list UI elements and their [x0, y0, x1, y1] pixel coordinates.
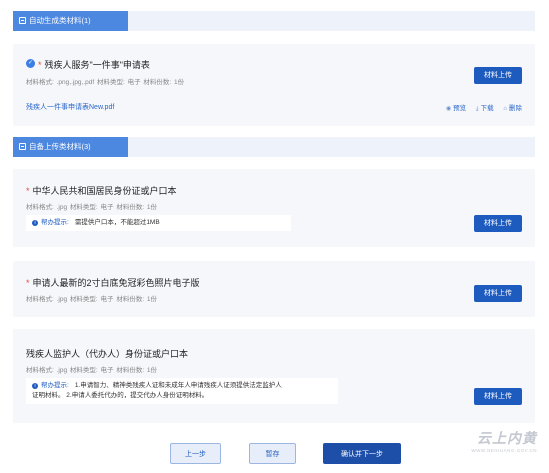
download-label: 下载: [480, 105, 494, 112]
watermark-sub: WWW.NEIHUANG.GOV.CN: [471, 448, 537, 453]
material-meta: 材料格式: .jpg 材料类型: 电子 材料份数: 1份: [26, 296, 158, 303]
download-icon: ⤓: [475, 106, 479, 112]
material-card-photo: * 申请人最新的2寸白底免冠彩色照片电子版 材料格式: .jpg 材料类型: 电子…: [13, 261, 535, 317]
material-meta: 材料格式: .jpg 材料类型: 电子 材料份数: 1份: [26, 204, 158, 211]
preview-label: 预览: [453, 105, 467, 112]
folder-icon: [19, 17, 26, 24]
tip-label: 帮办提示:: [41, 382, 69, 389]
info-icon: i: [32, 383, 38, 389]
material-title: 残疾人监护人（代办人）身份证或户口本: [26, 349, 189, 359]
upload-button-id[interactable]: 材料上传: [474, 215, 522, 232]
trash-icon: ⌂: [503, 106, 507, 112]
auto-material-card: ✓ * 残疾人服务"一件事"申请表 材料格式: .png,.jpg,.pdf 材料…: [13, 44, 535, 126]
auto-material-title: * 残疾人服务"一件事"申请表: [38, 58, 150, 71]
info-icon: i: [32, 220, 38, 226]
material-title-text: 中华人民共和国居民身份证或户口本: [32, 186, 177, 196]
required-mark: *: [26, 278, 30, 288]
auto-material-meta: 材料格式: .png,.jpg,.pdf 材料类型: 电子 材料份数: 1份: [26, 79, 185, 86]
tip-text: 需提供户口本，不能超过1MB: [74, 219, 160, 226]
material-page: 自动生成类材料(1) ✓ * 残疾人服务"一件事"申请表 材料格式: .png,.…: [0, 0, 549, 473]
confirm-next-button[interactable]: 确认并下一步: [323, 443, 401, 464]
help-tip: i 帮办提示: 需提供户口本，不能超过1MB: [26, 215, 291, 231]
material-title: * 中华人民共和国居民身份证或户口本: [26, 184, 177, 197]
delete-action[interactable]: ⌂ 删除: [503, 105, 522, 112]
watermark-main: 云上内黄: [477, 431, 537, 447]
material-title: * 申请人最新的2寸白底免冠彩色照片电子版: [26, 276, 200, 289]
tip-line-1: i 帮办提示: 1.申请智力、精神类残疾人证和未成年人申请残疾人证须提供法定监护人: [32, 381, 332, 391]
site-watermark-logo: 云上内黄 WWW.NEIHUANG.GOV.CN: [471, 428, 537, 453]
uploaded-file-link[interactable]: 残疾人一件事申请表New.pdf: [26, 102, 114, 112]
save-draft-button[interactable]: 暂存: [249, 443, 296, 464]
material-title-text: 申请人最新的2寸白底免冠彩色照片电子版: [32, 278, 200, 288]
help-tip: i 帮办提示: 1.申请智力、精神类残疾人证和未成年人申请残疾人证须提供法定监护人 …: [26, 378, 338, 404]
tip-text-line2: 证明材料。 2.申请人委托代办的，提交代办人身份证明材料。: [32, 392, 209, 399]
upload-button-guardian[interactable]: 材料上传: [474, 388, 522, 405]
section-tab-self[interactable]: 自备上传类材料(3): [13, 137, 128, 157]
delete-label: 删除: [509, 105, 522, 112]
upload-box-icon: [19, 143, 26, 150]
file-actions: ◉ 预览 ⤓ 下载 ⌂ 删除: [438, 102, 522, 113]
upload-button-auto[interactable]: 材料上传: [474, 67, 522, 84]
required-mark: *: [38, 60, 42, 70]
tip-text-line1: 1.申请智力、精神类残疾人证和未成年人申请残疾人证须提供法定监护人: [74, 382, 282, 389]
download-action[interactable]: ⤓ 下载: [476, 105, 494, 112]
preview-action[interactable]: ◉ 预览: [446, 105, 466, 112]
section-title-self: 自备上传类材料(3): [29, 142, 91, 151]
material-card-guardian: 残疾人监护人（代办人）身份证或户口本 材料格式: .jpg 材料类型: 电子 材…: [13, 329, 535, 423]
tip-label: 帮办提示:: [41, 219, 69, 226]
section-header-auto: 自动生成类材料(1): [13, 11, 535, 31]
eye-icon: ◉: [445, 106, 452, 112]
section-header-self: 自备上传类材料(3): [13, 137, 535, 157]
section-tab-auto[interactable]: 自动生成类材料(1): [13, 11, 128, 31]
section-title-auto: 自动生成类材料(1): [29, 16, 91, 25]
check-circle-icon: ✓: [26, 59, 35, 68]
auto-material-title-text: 残疾人服务"一件事"申请表: [44, 60, 150, 70]
upload-button-photo[interactable]: 材料上传: [474, 285, 522, 302]
required-mark: *: [26, 186, 30, 196]
prev-step-button[interactable]: 上一步: [170, 443, 221, 464]
material-meta: 材料格式: .jpg 材料类型: 电子 材料份数: 1份: [26, 367, 158, 374]
material-card-id: * 中华人民共和国居民身份证或户口本 材料格式: .jpg 材料类型: 电子 材料…: [13, 169, 535, 247]
